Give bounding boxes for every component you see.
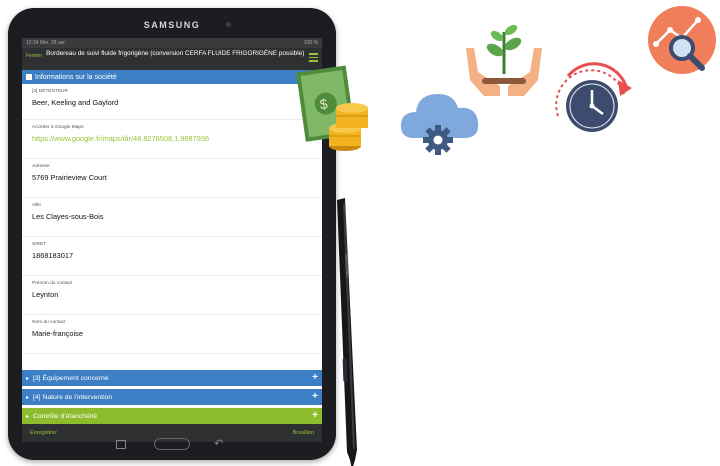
tablet-device: SAMSUNG 12:34 Mer. 28 avr. 100 % Fermer … (8, 8, 336, 460)
field-label: Nom du contact (32, 320, 66, 325)
field-label: [2] DÉTENTEUR (32, 89, 68, 94)
field-value: Beer, Keeling and Gaylord (32, 98, 119, 107)
page-title: Bordereau de suivi fluide frigorigène (c… (46, 50, 305, 57)
field-address[interactable]: Adresse 5769 Prairieview Court (22, 159, 322, 198)
field-label: Ville (32, 203, 41, 208)
app-header: Fermer Bordereau de suivi fluide frigori… (22, 48, 322, 70)
back-icon[interactable]: ↶ (214, 437, 223, 450)
field-contact-firstname[interactable]: Prénom du contact Leynton (22, 276, 322, 315)
stylus-pen: SAMSUNG (337, 198, 357, 466)
camera-lens (226, 22, 231, 27)
field-label: SIRET (32, 242, 47, 247)
plus-icon[interactable]: + (312, 391, 318, 402)
analytics-magnifier-icon (648, 6, 716, 74)
device-brand: SAMSUNG (143, 20, 201, 30)
section-leak-check[interactable]: ▸ Contrôle d'étanchéité + (22, 408, 322, 424)
field-value: 5769 Prairieview Court (32, 173, 107, 182)
section-intervention[interactable]: ▸ [4] Nature de l'intervention + (22, 389, 322, 405)
status-battery: 100 % (303, 40, 318, 46)
plus-icon[interactable]: + (312, 372, 318, 383)
field-value: Les Clayes-sous-Bois (32, 212, 104, 221)
field-siret[interactable]: SIRET 1868183017 (22, 237, 322, 276)
hands-plant-icon (466, 24, 542, 96)
field-label: Accéder à Google Maps (32, 125, 84, 130)
field-holder[interactable]: [2] DÉTENTEUR Beer, Keeling and Gaylord (22, 84, 322, 120)
field-value: Marie-françoise (32, 329, 83, 338)
section-equipment[interactable]: ▸ [3] Équipement concerné + (22, 370, 322, 386)
status-bar: 12:34 Mer. 28 avr. 100 % (22, 38, 322, 48)
close-link[interactable]: Fermer (26, 53, 42, 59)
section-label: Informations sur la société (35, 73, 117, 81)
app-screen: 12:34 Mer. 28 avr. 100 % Fermer Borderea… (22, 38, 322, 442)
field-value: Leynton (32, 290, 59, 299)
chevron-right-icon: ▸ (26, 375, 30, 382)
section-label: [3] Équipement concerné (33, 374, 109, 382)
field-label: Adresse (32, 164, 50, 169)
checkbox-icon (26, 74, 32, 80)
field-value: 1868183017 (32, 251, 74, 260)
hardware-buttons: ↶ (8, 436, 336, 454)
chevron-right-icon: ▸ (26, 394, 30, 401)
recent-apps-icon[interactable] (116, 440, 126, 449)
money-coins-icon: $ (296, 65, 368, 151)
field-google-maps[interactable]: Accéder à Google Maps https://www.google… (22, 120, 322, 159)
plus-icon[interactable]: + (312, 410, 318, 421)
section-label: Contrôle d'étanchéité (33, 412, 98, 420)
marketing-scene: SAMSUNG 12:34 Mer. 28 avr. 100 % Fermer … (0, 0, 720, 466)
home-button[interactable] (154, 438, 190, 450)
section-company-info[interactable]: Informations sur la société (22, 70, 322, 84)
field-city[interactable]: Ville Les Clayes-sous-Bois (22, 198, 322, 237)
section-label: [4] Nature de l'intervention (33, 393, 113, 401)
chevron-right-icon: ▸ (26, 413, 30, 420)
clock-refresh-icon (555, 62, 632, 132)
maps-link[interactable]: https://www.google.fr/maps/dir/48.827650… (32, 130, 312, 143)
status-time: 12:34 Mer. 28 avr. (26, 40, 67, 46)
field-contact-lastname[interactable]: Nom du contact Marie-françoise (22, 315, 322, 354)
field-label: Prénom du contact (32, 281, 73, 286)
